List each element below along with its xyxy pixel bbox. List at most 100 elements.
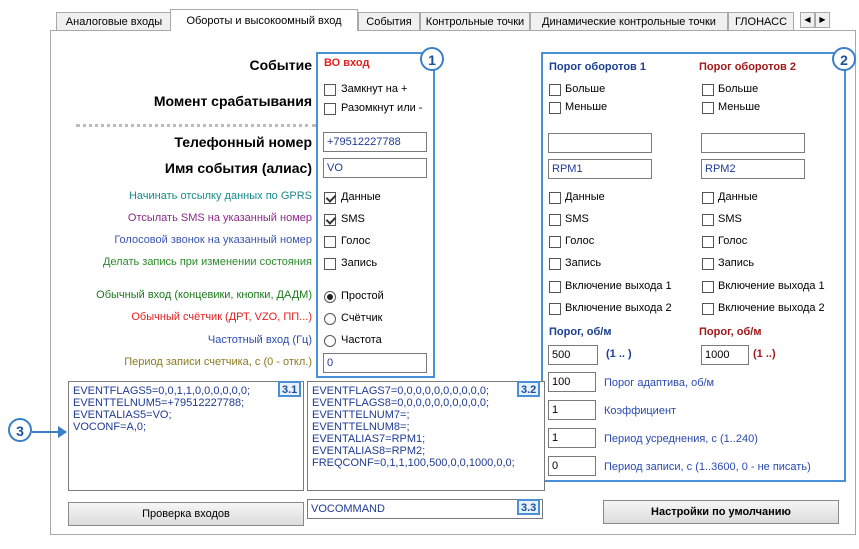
rpm2-record-checkbox[interactable] [702,258,714,270]
simple-input-label: Обычный вход (концевики, кнопки, ДАДМ) [96,289,312,301]
rpm1-record-label: Запись [565,257,602,269]
coefficient-input[interactable]: 1 [548,400,596,420]
rpm2-sms-checkbox[interactable] [702,214,714,226]
vo-record-label: Запись [341,257,378,269]
vo-title: ВО вход [324,57,370,69]
gprs-label: Начинать отсылку данных по GPRS [128,190,312,202]
tab-events[interactable]: События [358,12,420,30]
vo-closed-label: Замкнут на + [341,83,408,95]
vo-opened-label: Разомкнут или - [341,102,423,114]
trigger-moment-label: Момент срабатывания [153,93,312,109]
vo-mode-counter-radio[interactable] [324,313,336,325]
rpm2-less-label: Меньше [718,101,761,113]
rpm2-out2-checkbox[interactable] [702,303,714,315]
rpm2-threshold-label: Порог, об/м [699,326,762,338]
rpm2-alias-input[interactable]: RPM2 [701,159,805,179]
command-input[interactable]: VOCOMMAND [307,499,543,519]
rpm2-range-label: (1 ..) [753,348,776,360]
rpm1-sms-label: SMS [565,213,589,225]
rpm1-sms-checkbox[interactable] [549,214,561,226]
rpm2-less-checkbox[interactable] [702,102,714,114]
rpm2-data-label: Данные [718,191,758,203]
record-label: Делать запись при изменении состояния [102,256,312,268]
vo-period-input[interactable]: 0 [323,353,427,373]
vo-mode-freq-label: Частота [341,334,382,346]
vo-voice-checkbox[interactable] [324,236,336,248]
arrow-line [32,431,60,433]
tab-checkpoints[interactable]: Контрольные точки [420,12,530,30]
vo-alias-input[interactable]: VO [323,158,427,178]
tab-bar: Аналоговые входы Обороты и высокоомный в… [0,0,859,31]
rpm1-range-label: (1 .. ) [606,348,632,360]
event-label: Событие [249,57,312,73]
alias-label: Имя события (алиас) [164,160,312,176]
tab-dynamic-checkpoints[interactable]: Динамические контрольные точки [530,12,728,30]
vo-voice-label: Голос [341,235,371,247]
rpm1-phone-input[interactable] [548,133,652,153]
badge-3-2: 3.2 [517,381,541,397]
coefficient-label: Коэффициент [604,405,677,417]
vo-record-checkbox[interactable] [324,258,336,270]
rpm2-voice-checkbox[interactable] [702,236,714,248]
rpm1-record-checkbox[interactable] [549,258,561,270]
vo-phone-input[interactable]: +79512227788 [323,132,427,152]
rpm2-more-label: Больше [718,83,759,95]
rpm2-data-checkbox[interactable] [702,192,714,204]
rpm2-record-label: Запись [718,257,755,269]
vo-sms-label: SMS [341,213,365,225]
rpm2-out2-label: Включение выхода 2 [718,302,825,314]
vo-mode-freq-radio[interactable] [324,335,336,347]
rpm1-threshold-label: Порог, об/м [549,326,612,338]
rpm1-out1-checkbox[interactable] [549,281,561,293]
tab-analog-inputs[interactable]: Аналоговые входы [56,12,172,30]
tab-scroll-right-icon[interactable]: ▶ [815,12,830,28]
counter-label: Обычный счётчик (ДРТ, VZO, ПП...) [131,311,312,323]
memo-config-1[interactable]: EVENTFLAGS5=0,0,1,1,0,0,0,0,0,0; EVENTTE… [68,381,304,491]
rpm1-less-label: Меньше [565,101,608,113]
rpm1-voice-checkbox[interactable] [549,236,561,248]
rpm1-voice-label: Голос [565,235,595,247]
averaging-period-input[interactable]: 1 [548,428,596,448]
separator [76,124,316,127]
check-inputs-button[interactable]: Проверка входов [68,502,304,526]
vo-mode-simple-label: Простой [341,290,384,302]
vo-sms-checkbox[interactable] [324,214,336,226]
rpm2-threshold-input[interactable]: 1000 [701,345,749,365]
rpm1-more-checkbox[interactable] [549,84,561,96]
badge-1: 1 [420,47,444,71]
voice-label: Голосовой звонок на указанный номер [114,234,312,246]
arrow-right-icon [58,426,67,438]
freq-label: Частотный вход (Гц) [207,334,312,346]
vo-data-label: Данные [341,191,381,203]
badge-3-1: 3.1 [278,381,302,397]
tab-rpm-high-impedance[interactable]: Обороты и высокоомный вход [170,9,358,31]
rpm1-out2-label: Включение выхода 2 [565,302,672,314]
rpm1-threshold-input[interactable]: 500 [548,345,598,365]
vo-opened-checkbox[interactable] [324,103,336,115]
badge-3-3: 3.3 [517,499,541,515]
rpm2-phone-input[interactable] [701,133,805,153]
defaults-button[interactable]: Настройки по умолчанию [603,500,839,524]
rpm2-more-checkbox[interactable] [702,84,714,96]
rpm2-out1-label: Включение выхода 1 [718,280,825,292]
rpm2-out1-checkbox[interactable] [702,281,714,293]
memo-config-2[interactable]: EVENTFLAGS7=0,0,0,0,0,0,0,0,0,0; EVENTFL… [307,381,545,491]
tab-glonass[interactable]: ГЛОНАСС [728,12,794,30]
record-period-input[interactable]: 0 [548,456,596,476]
rpm2-sms-label: SMS [718,213,742,225]
rpm1-less-checkbox[interactable] [549,102,561,114]
phone-label: Телефонный номер [174,134,312,150]
vo-closed-checkbox[interactable] [324,84,336,96]
sms-label: Отсылать SMS на указанный номер [127,212,312,224]
rpm1-out2-checkbox[interactable] [549,303,561,315]
rpm1-alias-input[interactable]: RPM1 [548,159,652,179]
rpm1-out1-label: Включение выхода 1 [565,280,672,292]
rpm1-data-checkbox[interactable] [549,192,561,204]
vo-mode-simple-radio[interactable] [324,291,336,303]
rpm2-voice-label: Голос [718,235,748,247]
vo-data-checkbox[interactable] [324,192,336,204]
rpm1-title: Порог оборотов 1 [549,61,646,73]
adaptive-threshold-input[interactable]: 100 [548,372,596,392]
tab-scroll-left-icon[interactable]: ◀ [800,12,815,28]
rpm1-data-label: Данные [565,191,605,203]
